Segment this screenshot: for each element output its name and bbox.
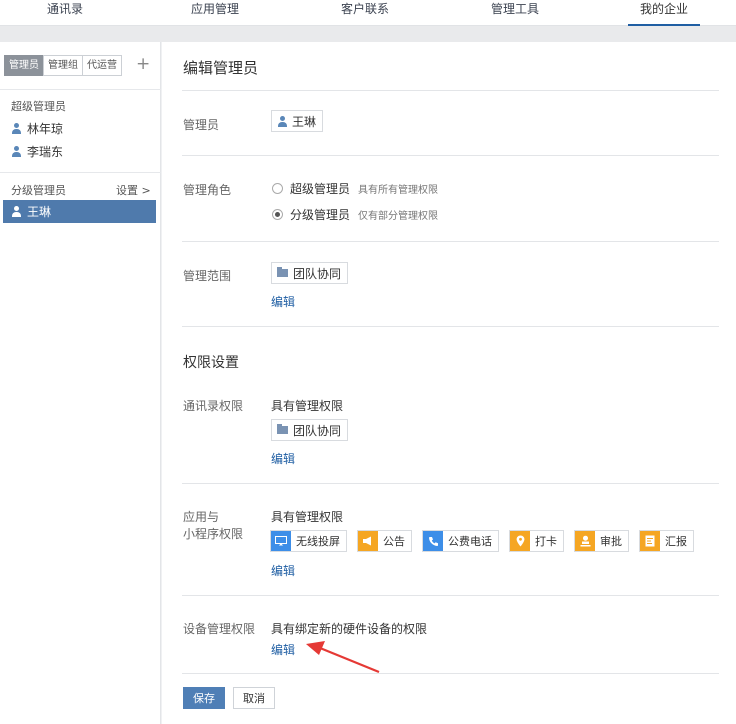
app-chip-phone[interactable]: 公费电话 (422, 530, 499, 552)
cancel-button[interactable]: 取消 (233, 687, 275, 709)
page-title: 编辑管理员 (183, 59, 259, 77)
admin-chip[interactable]: 王琳 (271, 110, 324, 132)
sidebar: 管理员 管理组 代运营 + 超级管理员 林年琼 李瑞东 分级管理员 设置 > 王… (0, 42, 161, 724)
folder-icon (277, 424, 288, 434)
divider (182, 595, 719, 596)
divider (182, 673, 719, 674)
divider (182, 155, 719, 156)
role-option-desc: 仅有部分管理权限 (358, 211, 439, 222)
app-label: 打卡 (535, 535, 557, 548)
role-option-label: 超级管理员 (290, 182, 351, 196)
divider (182, 90, 719, 91)
folder-icon (277, 267, 288, 277)
role-label: 管理角色 (183, 183, 232, 197)
admin-name: 李瑞东 (27, 145, 64, 159)
app-chip-screencast[interactable]: 无线投屏 (270, 530, 347, 552)
apps-edit-link[interactable]: 编辑 (271, 562, 295, 579)
app-label: 审批 (600, 535, 622, 548)
admin-name: 王琳 (27, 205, 52, 219)
app-label: 公告 (383, 535, 405, 548)
header-band (0, 26, 736, 42)
sidebar-item-selected-admin[interactable]: 王琳 (3, 200, 156, 223)
person-icon (11, 206, 22, 217)
person-icon (11, 146, 22, 157)
divider (0, 172, 161, 173)
scope-chip[interactable]: 团队协同 (271, 262, 349, 284)
divider (182, 483, 719, 484)
contacts-edit-link[interactable]: 编辑 (271, 450, 295, 467)
role-option-label: 分级管理员 (290, 208, 351, 222)
app-label: 无线投屏 (296, 535, 340, 548)
radio-button-checked[interactable] (272, 209, 283, 220)
divider (0, 89, 161, 90)
sidebar-tab-admins[interactable]: 管理员 (4, 55, 44, 76)
role-option-sub[interactable]: 分级管理员 仅有部分管理权限 (272, 206, 438, 223)
divider (182, 241, 719, 242)
divider (182, 326, 719, 327)
scope-edit-link[interactable]: 编辑 (271, 293, 295, 310)
app-label: 汇报 (665, 535, 687, 548)
sidebar-tab-admin-groups[interactable]: 管理组 (43, 55, 83, 76)
tab-my-enterprise[interactable]: 我的企业 (628, 0, 700, 26)
tab-app-management[interactable]: 应用管理 (180, 0, 250, 26)
tab-management-tools[interactable]: 管理工具 (480, 0, 550, 26)
sidebar-item-admin[interactable]: 林年琼 (11, 120, 63, 137)
contacts-scope-chip[interactable]: 团队协同 (271, 419, 349, 441)
contacts-permission-label: 通讯录权限 (183, 399, 244, 413)
device-permission-text: 具有绑定新的硬件设备的权限 (271, 622, 428, 636)
person-icon (11, 123, 22, 134)
megaphone-icon (358, 531, 378, 551)
main-panel: 编辑管理员 管理员 王琳 管理角色 超级管理员 具有所有管理权限 分级管理员 仅… (162, 42, 736, 724)
scope-label: 管理范围 (183, 269, 232, 283)
screencast-icon (271, 531, 291, 551)
sidebar-tabs: 管理员 管理组 代运营 (4, 55, 122, 76)
sidebar-tab-agency[interactable]: 代运营 (82, 55, 122, 76)
scope-chip-label: 团队协同 (293, 266, 342, 281)
admin-name: 林年琼 (27, 122, 64, 136)
super-admin-section-title: 超级管理员 (11, 100, 66, 113)
sub-admin-section-title: 分级管理员 (11, 184, 66, 197)
apps-permission-label-2: 小程序权限 (183, 527, 244, 541)
plus-icon[interactable]: + (136, 54, 150, 74)
top-nav: 通讯录 应用管理 客户联系 管理工具 我的企业 (0, 0, 736, 26)
app-chip-approval[interactable]: 审批 (574, 530, 629, 552)
radio-button[interactable] (272, 183, 283, 194)
app-chip-announcement[interactable]: 公告 (357, 530, 412, 552)
person-stamp-icon (575, 531, 595, 551)
apps-permission-label: 应用与 (183, 510, 220, 524)
apps-permission-text: 具有管理权限 (271, 510, 344, 524)
role-option-super[interactable]: 超级管理员 具有所有管理权限 (272, 180, 438, 197)
contacts-permission-text: 具有管理权限 (271, 399, 344, 413)
settings-link[interactable]: 设置 > (116, 182, 151, 198)
person-icon (277, 115, 288, 127)
permissions-title: 权限设置 (183, 355, 239, 371)
device-edit-link[interactable]: 编辑 (271, 641, 295, 658)
tab-customer-contact[interactable]: 客户联系 (330, 0, 400, 26)
app-label: 公费电话 (448, 535, 492, 548)
report-icon (640, 531, 660, 551)
admin-chip-label: 王琳 (292, 114, 317, 129)
app-chip-checkin[interactable]: 打卡 (509, 530, 564, 552)
sidebar-item-admin[interactable]: 李瑞东 (11, 143, 63, 160)
app-chip-report[interactable]: 汇报 (639, 530, 694, 552)
tab-contacts[interactable]: 通讯录 (30, 0, 100, 26)
annotation-arrow-icon (306, 641, 380, 674)
admin-label: 管理员 (183, 118, 220, 132)
save-button[interactable]: 保存 (183, 687, 225, 709)
contacts-scope-label: 团队协同 (293, 423, 342, 438)
location-pin-icon (510, 531, 530, 551)
role-option-desc: 具有所有管理权限 (358, 185, 439, 196)
phone-icon (423, 531, 443, 551)
device-permission-label: 设备管理权限 (183, 622, 256, 636)
